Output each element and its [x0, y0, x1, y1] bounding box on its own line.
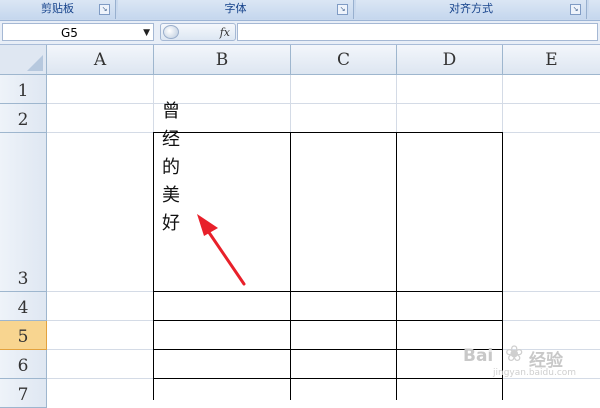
paw-icon: ❀	[505, 342, 524, 367]
watermark-text: Bai	[463, 346, 494, 366]
watermark-logo: Bai ❀ 经验 jingyan.baidu.com	[463, 340, 598, 380]
watermark-subtext: jingyan.baidu.com	[493, 368, 577, 378]
